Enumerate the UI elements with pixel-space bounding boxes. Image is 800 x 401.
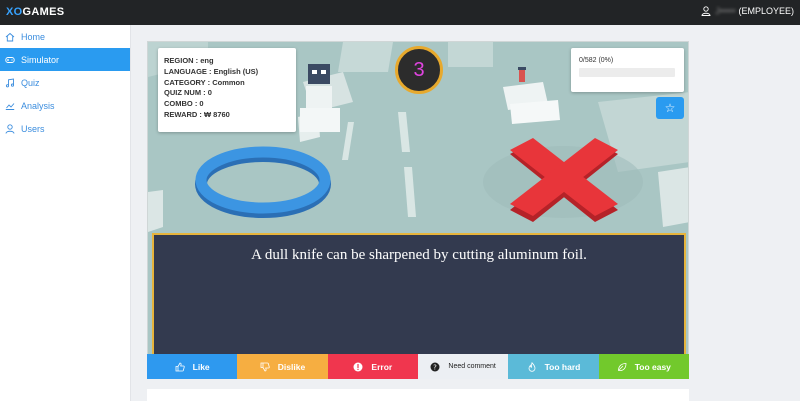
alert-icon — [353, 362, 363, 371]
star-icon: ☆ — [664, 101, 676, 115]
error-button[interactable]: Error — [327, 354, 418, 379]
sidebar-item-users[interactable]: Users — [0, 117, 130, 140]
user-name: J••••• — [715, 6, 736, 16]
chart-icon — [5, 102, 15, 110]
gamepad-icon — [5, 56, 15, 63]
fire-icon — [528, 361, 536, 372]
need-comment-label: Need comment — [448, 363, 496, 370]
countdown-timer: 3 — [395, 46, 443, 94]
quiz-info-card: REGION : eng LANGUAGE : English (US) CAT… — [158, 48, 296, 132]
top-bar: XOGAMES J••••• (EMPLOYEE) — [0, 0, 800, 25]
error-label: Error — [371, 361, 393, 372]
leaf-icon — [617, 362, 627, 371]
progress-bar — [579, 68, 675, 77]
question-icon: ? — [430, 362, 440, 371]
favorite-button[interactable]: ☆ — [656, 97, 684, 119]
progress-card: 0/582 (0%) — [571, 48, 684, 92]
sidebar: Home Simulator Quiz Analysis Users — [0, 25, 131, 401]
dislike-button[interactable]: Dislike — [237, 354, 328, 379]
sidebar-item-analysis[interactable]: Analysis — [0, 94, 130, 117]
sidebar-item-quiz[interactable]: Quiz — [0, 71, 130, 94]
game-canvas: REGION : eng LANGUAGE : English (US) CAT… — [147, 41, 689, 369]
combo-text: COMBO : 0 — [164, 99, 204, 109]
bottom-panel — [147, 389, 689, 401]
dislike-label: Dislike — [277, 361, 306, 372]
sidebar-item-simulator[interactable]: Simulator — [0, 48, 130, 71]
thumbs-down-icon — [260, 362, 270, 371]
sidebar-item-label: Simulator — [21, 54, 60, 65]
user-icon — [5, 123, 15, 134]
sidebar-item-home[interactable]: Home — [0, 25, 130, 48]
question-panel: A dull knife can be sharpened by cutting… — [152, 233, 686, 365]
lighthouse-figure — [503, 67, 560, 124]
need-comment-button[interactable]: ? Need comment — [417, 354, 509, 379]
main-content: REGION : eng LANGUAGE : English (US) CAT… — [131, 25, 800, 401]
music-icon — [5, 77, 15, 87]
like-label: Like — [192, 361, 210, 372]
too-easy-button[interactable]: Too easy — [598, 354, 689, 379]
region-text: REGION : eng — [164, 56, 214, 65]
logo-text: GAMES — [22, 6, 65, 18]
like-button[interactable]: Like — [147, 354, 238, 379]
too-easy-label: Too easy — [634, 361, 671, 372]
user-role: (EMPLOYEE) — [738, 6, 794, 16]
timer-value: 3 — [413, 58, 425, 81]
user-menu[interactable]: J••••• (EMPLOYEE) — [701, 6, 794, 16]
question-text: A dull knife can be sharpened by cutting… — [251, 247, 587, 263]
road-lines — [342, 112, 416, 217]
o-marker-icon — [195, 146, 331, 218]
sidebar-item-label: Quiz — [21, 77, 40, 88]
svg-text:?: ? — [434, 363, 438, 371]
sidebar-item-label: Users — [21, 123, 45, 134]
category-text: CATEGORY : Common — [164, 77, 245, 87]
reward-text: REWARD : ₩ 8760 — [164, 109, 230, 119]
too-hard-label: Too hard — [544, 361, 581, 372]
sidebar-item-label: Analysis — [21, 100, 55, 111]
progress-text: 0/582 (0%) — [579, 57, 614, 64]
language-text: LANGUAGE : English (US) — [164, 66, 259, 76]
home-icon — [5, 32, 15, 41]
app-logo[interactable]: XOGAMES — [6, 6, 64, 18]
sidebar-item-label: Home — [21, 31, 46, 42]
feedback-bar: Like Dislike Error ? Need comment Too ha… — [147, 354, 689, 379]
quiz-num-text: QUIZ NUM : 0 — [164, 88, 212, 98]
logo-accent-text: XO — [6, 6, 23, 18]
too-hard-button[interactable]: Too hard — [508, 354, 599, 379]
user-icon — [701, 6, 711, 16]
thumbs-up-icon — [175, 362, 185, 371]
